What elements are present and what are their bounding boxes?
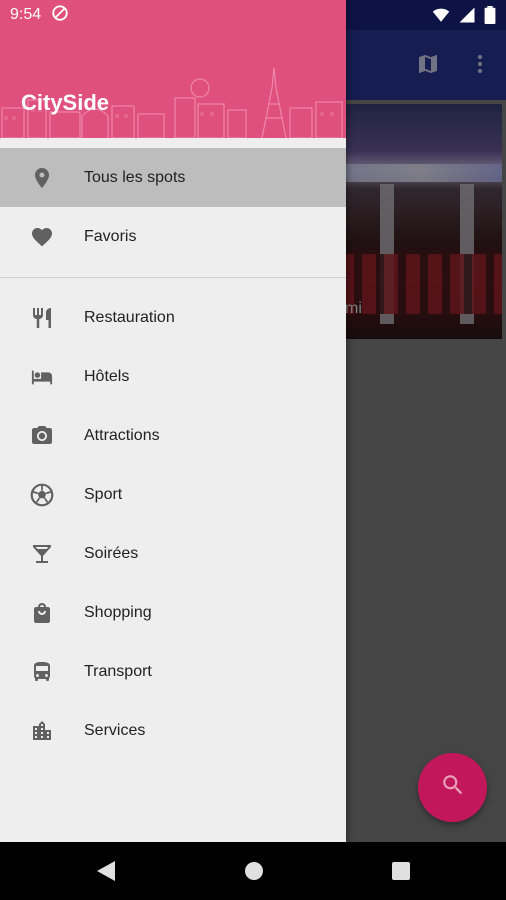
search-fab-button[interactable] bbox=[418, 753, 487, 822]
navigation-drawer[interactable]: CitySide Tous les spots Favoris Restaura… bbox=[0, 0, 346, 842]
menu-item-label: Shopping bbox=[84, 603, 152, 621]
wifi-icon bbox=[432, 6, 450, 29]
menu-item-soirees[interactable]: Soirées bbox=[0, 524, 346, 583]
menu-item-label: Services bbox=[84, 721, 146, 739]
menu-item-label: Tous les spots bbox=[84, 168, 186, 186]
menu-item-label: Soirées bbox=[84, 544, 139, 562]
shopping-bag-icon bbox=[29, 600, 55, 626]
menu-item-label: Favoris bbox=[84, 227, 137, 245]
menu-item-tous-les-spots[interactable]: Tous les spots bbox=[0, 148, 346, 207]
menu-divider bbox=[0, 277, 346, 278]
menu-item-label: Transport bbox=[84, 662, 152, 680]
recents-icon[interactable] bbox=[390, 859, 412, 888]
search-icon bbox=[440, 772, 466, 803]
back-icon[interactable] bbox=[95, 859, 117, 888]
home-icon[interactable] bbox=[243, 859, 265, 888]
heart-icon bbox=[29, 224, 55, 250]
location-pin-icon bbox=[29, 165, 55, 191]
menu-item-label: Attractions bbox=[84, 426, 160, 444]
menu-item-label: Restauration bbox=[84, 308, 175, 326]
camera-icon bbox=[29, 423, 55, 449]
menu-item-label: Sport bbox=[84, 485, 123, 503]
app-title: CitySide bbox=[21, 90, 110, 115]
menu-item-services[interactable]: Services bbox=[0, 701, 346, 760]
soccer-ball-icon bbox=[29, 482, 55, 508]
menu-item-favoris[interactable]: Favoris bbox=[0, 207, 346, 266]
menu-item-restauration[interactable]: Restauration bbox=[0, 288, 346, 347]
status-bar: 9:54 bbox=[0, 0, 506, 30]
restaurant-icon bbox=[29, 305, 55, 331]
signal-icon bbox=[458, 6, 476, 29]
menu-item-sport[interactable]: Sport bbox=[0, 465, 346, 524]
hotel-icon bbox=[29, 364, 55, 390]
city-buildings-icon bbox=[29, 718, 55, 744]
status-time: 9:54 bbox=[10, 6, 42, 23]
do-not-disturb-icon bbox=[51, 4, 69, 27]
cocktail-icon bbox=[29, 541, 55, 567]
menu-item-transport[interactable]: Transport bbox=[0, 642, 346, 701]
menu-item-attractions[interactable]: Attractions bbox=[0, 406, 346, 465]
menu-item-shopping[interactable]: Shopping bbox=[0, 583, 346, 642]
battery-icon bbox=[484, 6, 496, 29]
menu-item-hotels[interactable]: Hôtels bbox=[0, 347, 346, 406]
bus-icon bbox=[29, 659, 55, 685]
system-navigation-bar bbox=[0, 842, 506, 900]
menu-item-label: Hôtels bbox=[84, 367, 130, 385]
